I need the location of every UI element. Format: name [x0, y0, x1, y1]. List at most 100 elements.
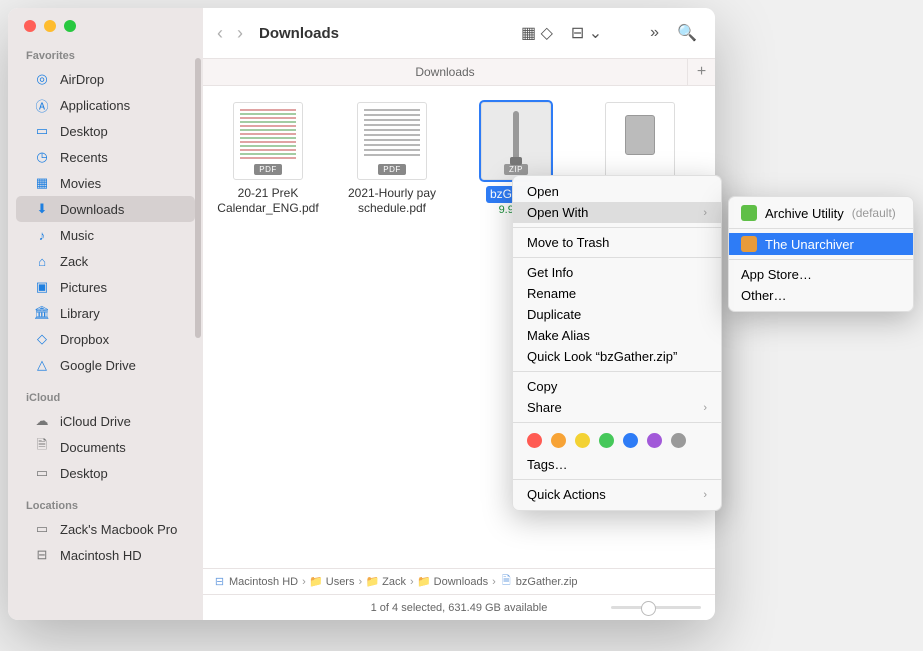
sidebar-item-label: Macintosh HD	[60, 548, 142, 563]
tag-color[interactable]	[527, 433, 542, 448]
menu-quick-actions[interactable]: Quick Actions›	[513, 484, 721, 505]
sidebar-item-airdrop[interactable]: ◎ AirDrop	[16, 66, 195, 92]
tab-bar: Downloads +	[203, 58, 715, 86]
file-item[interactable]: PDF 20-21 PreK Calendar_ENG.pdf	[213, 102, 323, 216]
sidebar-item-desktop2[interactable]: ▭Desktop	[16, 460, 195, 486]
sidebar-item-label: Desktop	[60, 124, 108, 139]
file-item[interactable]: PDF 2021-Hourly pay schedule.pdf	[337, 102, 447, 216]
menu-open-with[interactable]: Open With›	[513, 202, 721, 223]
tag-color[interactable]	[575, 433, 590, 448]
sidebar-item-label: Dropbox	[60, 332, 109, 347]
menu-rename[interactable]: Rename	[513, 283, 721, 304]
sidebar-item-icloud[interactable]: ☁iCloud Drive	[16, 408, 195, 434]
folder-icon: 📁	[366, 575, 379, 588]
tab-downloads[interactable]: Downloads	[203, 65, 687, 79]
tag-color[interactable]	[671, 433, 686, 448]
sidebar-item-gdrive[interactable]: △Google Drive	[16, 352, 195, 378]
home-icon: ⌂	[34, 253, 50, 269]
minimize-window[interactable]	[44, 20, 56, 32]
submenu-other[interactable]: Other…	[729, 285, 913, 306]
menu-duplicate[interactable]: Duplicate	[513, 304, 721, 325]
add-tab-button[interactable]: +	[687, 59, 715, 86]
sidebar-item-documents[interactable]: 🗎 Documents	[16, 434, 195, 460]
sidebar-item-desktop[interactable]: ▭ Desktop	[16, 118, 195, 144]
desktop-icon: ▭	[34, 465, 50, 481]
sidebar-item-home[interactable]: ⌂ Zack	[16, 248, 195, 274]
submenu-app-store[interactable]: App Store…	[729, 264, 913, 285]
toolbar: ‹ › Downloads ▦ ◇ ⊟ ⌄ » 🔍	[203, 8, 715, 58]
sidebar-item-label: Pictures	[60, 280, 107, 295]
zoom-slider[interactable]	[611, 606, 701, 609]
sidebar-item-label: AirDrop	[60, 72, 104, 87]
sidebar-item-downloads[interactable]: ⬇Downloads	[16, 196, 195, 222]
file-thumbnail: PDF	[233, 102, 303, 180]
sidebar-item-label: Zack	[60, 254, 88, 269]
menu-tags[interactable]: Tags…	[513, 454, 721, 475]
sidebar-item-label: Documents	[60, 440, 126, 455]
disk-icon: ⊟	[213, 575, 226, 588]
archive-utility-icon	[741, 205, 757, 221]
view-icons[interactable]: ▦ ◇	[517, 23, 557, 43]
menu-get-info[interactable]: Get Info	[513, 262, 721, 283]
sidebar-item-movies[interactable]: ▦Movies	[16, 170, 195, 196]
sidebar: Favorites ◎ AirDrop Ⓐ Applications ▭ Deskto…	[8, 8, 203, 620]
menu-separator	[513, 371, 721, 372]
close-window[interactable]	[24, 20, 36, 32]
sidebar-item-pictures[interactable]: ▣ Pictures	[16, 274, 195, 300]
file-name: 20-21 PreK Calendar_ENG.pdf	[213, 186, 323, 216]
favorites-heading: Favorites	[8, 46, 203, 66]
sidebar-item-recents[interactable]: ◷Recents	[16, 144, 195, 170]
locations-heading: Locations	[8, 496, 203, 516]
submenu-archive-utility[interactable]: Archive Utility (default)	[729, 202, 913, 224]
tag-color[interactable]	[551, 433, 566, 448]
file-name: 2021-Hourly pay schedule.pdf	[337, 186, 447, 216]
nav-forward[interactable]: ›	[237, 23, 243, 44]
group-menu[interactable]: ⊟ ⌄	[567, 23, 606, 43]
pictures-icon: ▣	[34, 279, 50, 295]
folder-icon: 📁	[310, 575, 323, 588]
tag-color[interactable]	[647, 433, 662, 448]
sidebar-item-dropbox[interactable]: ◇Dropbox	[16, 326, 195, 352]
document-icon: 🗎	[34, 439, 50, 455]
file-thumbnail	[605, 102, 675, 180]
sidebar-item-label: Zack's Macbook Pro	[60, 522, 177, 537]
menu-copy[interactable]: Copy	[513, 376, 721, 397]
sidebar-item-label: Recents	[60, 150, 108, 165]
sidebar-item-library[interactable]: 🏛Library	[16, 300, 195, 326]
airdrop-icon: ◎	[34, 71, 50, 87]
sidebar-item-label: iCloud Drive	[60, 414, 131, 429]
menu-separator	[513, 422, 721, 423]
sidebar-item-hd[interactable]: ⊟Macintosh HD	[16, 542, 195, 568]
sidebar-scrollbar[interactable]	[195, 58, 201, 338]
file-thumbnail: PDF	[357, 102, 427, 180]
applications-icon: Ⓐ	[34, 97, 50, 113]
overflow-icon[interactable]: »	[646, 24, 663, 42]
submenu-unarchiver[interactable]: The Unarchiver	[729, 233, 913, 255]
chevron-right-icon: ›	[703, 402, 707, 414]
menu-move-trash[interactable]: Move to Trash	[513, 232, 721, 253]
menu-separator	[513, 257, 721, 258]
path-bar[interactable]: ⊟Macintosh HD› 📁Users› 📁Zack› 📁Downloads…	[203, 568, 715, 594]
file-item[interactable]	[585, 102, 695, 186]
window-title: Downloads	[259, 25, 339, 42]
sidebar-item-label: Music	[60, 228, 94, 243]
tag-color[interactable]	[623, 433, 638, 448]
sidebar-item-label: Applications	[60, 98, 130, 113]
menu-share[interactable]: Share›	[513, 397, 721, 418]
menu-make-alias[interactable]: Make Alias	[513, 325, 721, 346]
desktop-icon: ▭	[34, 123, 50, 139]
menu-open[interactable]: Open	[513, 181, 721, 202]
menu-quick-look[interactable]: Quick Look “bzGather.zip”	[513, 346, 721, 367]
search-icon[interactable]: 🔍	[673, 23, 701, 43]
sidebar-item-music[interactable]: ♪ Music	[16, 222, 195, 248]
tag-color[interactable]	[599, 433, 614, 448]
chevron-right-icon: ›	[703, 207, 707, 219]
nav-back[interactable]: ‹	[217, 23, 223, 44]
window-controls	[8, 20, 203, 46]
music-icon: ♪	[34, 227, 50, 243]
menu-tag-colors	[513, 427, 721, 454]
fullscreen-window[interactable]	[64, 20, 76, 32]
sidebar-item-macbook[interactable]: ▭Zack's Macbook Pro	[16, 516, 195, 542]
sidebar-item-applications[interactable]: Ⓐ Applications	[16, 92, 195, 118]
status-text: 1 of 4 selected, 631.49 GB available	[371, 602, 548, 614]
